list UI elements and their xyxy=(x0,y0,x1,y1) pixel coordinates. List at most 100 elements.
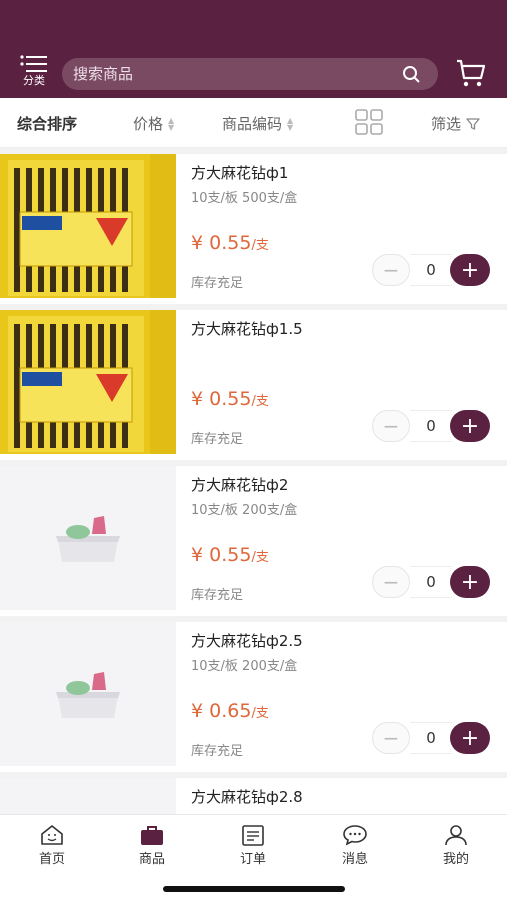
plus-icon: + xyxy=(460,257,480,283)
decrease-button[interactable]: − xyxy=(372,566,410,598)
product-price: ¥ 0.55/支 xyxy=(191,232,269,254)
tab-home-label: 首页 xyxy=(38,852,65,867)
sort-product-code[interactable]: 商品编码 ▲ ▼ xyxy=(222,113,295,134)
product-image-placeholder[interactable] xyxy=(0,622,176,766)
product-name[interactable]: 方大麻花钻ф2 xyxy=(191,474,288,495)
price-value: ¥ 0.55 xyxy=(191,232,252,254)
sort-price-label: 价格 xyxy=(133,115,164,133)
product-price: ¥ 0.55/支 xyxy=(191,388,269,410)
decrease-button[interactable]: − xyxy=(372,722,410,754)
top-header: 分类 xyxy=(0,0,507,98)
product-image[interactable] xyxy=(0,310,176,454)
filter-button[interactable]: 筛选 xyxy=(431,113,480,134)
drill-bit-package-image xyxy=(0,310,176,454)
product-price: ¥ 0.65/支 xyxy=(191,700,269,722)
search-input[interactable] xyxy=(73,65,393,83)
quantity-stepper: − 0 + xyxy=(372,254,490,286)
drill-bit-package-image xyxy=(0,154,176,298)
minus-icon: − xyxy=(382,570,400,594)
increase-button[interactable]: + xyxy=(450,566,490,598)
product-spec: 10支/板 200支/盒 xyxy=(191,659,298,674)
product-spec: 10支/板 500支/盒 xyxy=(191,191,298,206)
product-item[interactable]: 方大麻花钻ф2 10支/板 200支/盒 ¥ 0.55/支 库存充足 − 0 + xyxy=(0,466,507,616)
tab-orders[interactable]: 订单 xyxy=(223,824,283,867)
decrease-button[interactable]: − xyxy=(372,410,410,442)
product-price: ¥ 0.55/支 xyxy=(191,544,269,566)
message-icon xyxy=(343,825,367,846)
product-list[interactable]: 方大麻花钻ф1 10支/板 500支/盒 ¥ 0.55/支 库存充足 − 0 + xyxy=(0,154,507,814)
profile-icon xyxy=(445,825,467,846)
home-indicator[interactable] xyxy=(163,886,345,892)
price-unit: /支 xyxy=(251,550,269,565)
stock-status: 库存充足 xyxy=(191,588,244,603)
minus-icon: − xyxy=(382,414,400,438)
filter-icon xyxy=(466,117,480,130)
tab-messages[interactable]: 消息 xyxy=(325,824,385,867)
increase-button[interactable]: + xyxy=(450,254,490,286)
sort-comprehensive[interactable]: 综合排序 xyxy=(17,113,77,134)
product-image[interactable] xyxy=(0,154,176,298)
filter-label: 筛选 xyxy=(431,115,462,133)
quantity-input[interactable]: 0 xyxy=(410,254,452,286)
product-item[interactable]: 方大麻花钻ф1 10支/板 500支/盒 ¥ 0.55/支 库存充足 − 0 + xyxy=(0,154,507,304)
product-name[interactable]: 方大麻花钻ф2.8 xyxy=(191,786,303,807)
tab-profile[interactable]: 我的 xyxy=(426,824,486,867)
sort-arrows-icon: ▲ ▼ xyxy=(168,115,175,132)
sort-price[interactable]: 价格 ▲ ▼ xyxy=(133,113,176,134)
product-spec: 10支/板 200支/盒 xyxy=(191,503,298,518)
grid-view-icon xyxy=(355,109,383,135)
tab-home[interactable]: 首页 xyxy=(22,824,82,867)
product-name[interactable]: 方大麻花钻ф1 xyxy=(191,162,288,183)
plus-icon: + xyxy=(460,725,480,751)
empty-box-icon xyxy=(56,516,120,562)
search-bar[interactable] xyxy=(62,58,438,90)
quantity-stepper: − 0 + xyxy=(372,566,490,598)
product-image-placeholder[interactable] xyxy=(0,466,176,610)
stock-status: 库存充足 xyxy=(191,276,244,291)
sort-product-code-label: 商品编码 xyxy=(222,115,283,133)
cart-icon xyxy=(457,59,486,87)
tab-orders-label: 订单 xyxy=(239,852,266,867)
price-unit: /支 xyxy=(251,706,269,721)
category-button[interactable]: 分类 xyxy=(18,54,50,90)
category-label: 分类 xyxy=(23,74,45,87)
price-value: ¥ 0.55 xyxy=(191,388,252,410)
quantity-input[interactable]: 0 xyxy=(410,566,452,598)
stock-status: 库存充足 xyxy=(191,432,244,447)
minus-icon: − xyxy=(382,726,400,750)
plus-icon: + xyxy=(460,569,480,595)
minus-icon: − xyxy=(382,258,400,282)
cart-button[interactable] xyxy=(455,58,487,92)
stock-status: 库存充足 xyxy=(191,744,244,759)
increase-button[interactable]: + xyxy=(450,722,490,754)
order-icon xyxy=(242,825,264,846)
plus-icon: + xyxy=(460,413,480,439)
product-image-placeholder[interactable] xyxy=(0,778,176,814)
quantity-input[interactable]: 0 xyxy=(410,410,452,442)
tab-messages-label: 消息 xyxy=(341,852,368,867)
quantity-stepper: − 0 + xyxy=(372,410,490,442)
sort-arrows-icon: ▲ ▼ xyxy=(287,115,294,132)
product-item[interactable]: 方大麻花钻ф1.5 ¥ 0.55/支 库存充足 − 0 + xyxy=(0,310,507,460)
grid-view-toggle[interactable] xyxy=(355,109,383,135)
sort-comprehensive-label: 综合排序 xyxy=(17,115,78,133)
price-unit: /支 xyxy=(251,238,269,253)
product-name[interactable]: 方大麻花钻ф2.5 xyxy=(191,630,303,651)
product-item[interactable]: 方大麻花钻ф2.5 10支/板 200支/盒 ¥ 0.65/支 库存充足 − 0… xyxy=(0,622,507,772)
home-icon xyxy=(41,825,63,845)
tab-products[interactable]: 商品 xyxy=(122,824,182,867)
list-menu-icon xyxy=(20,55,47,72)
product-name[interactable]: 方大麻花钻ф1.5 xyxy=(191,318,303,339)
product-item[interactable]: 方大麻花钻ф2.8 xyxy=(0,778,507,814)
increase-button[interactable]: + xyxy=(450,410,490,442)
price-unit: /支 xyxy=(251,394,269,409)
empty-box-icon xyxy=(56,672,120,718)
tab-profile-label: 我的 xyxy=(442,852,469,867)
price-value: ¥ 0.55 xyxy=(191,544,252,566)
tab-products-label: 商品 xyxy=(138,852,165,867)
search-icon[interactable] xyxy=(402,65,420,83)
decrease-button[interactable]: − xyxy=(372,254,410,286)
quantity-stepper: − 0 + xyxy=(372,722,490,754)
quantity-input[interactable]: 0 xyxy=(410,722,452,754)
sort-bar: 综合排序 价格 ▲ ▼ 商品编码 ▲ ▼ 筛选 xyxy=(0,98,507,148)
